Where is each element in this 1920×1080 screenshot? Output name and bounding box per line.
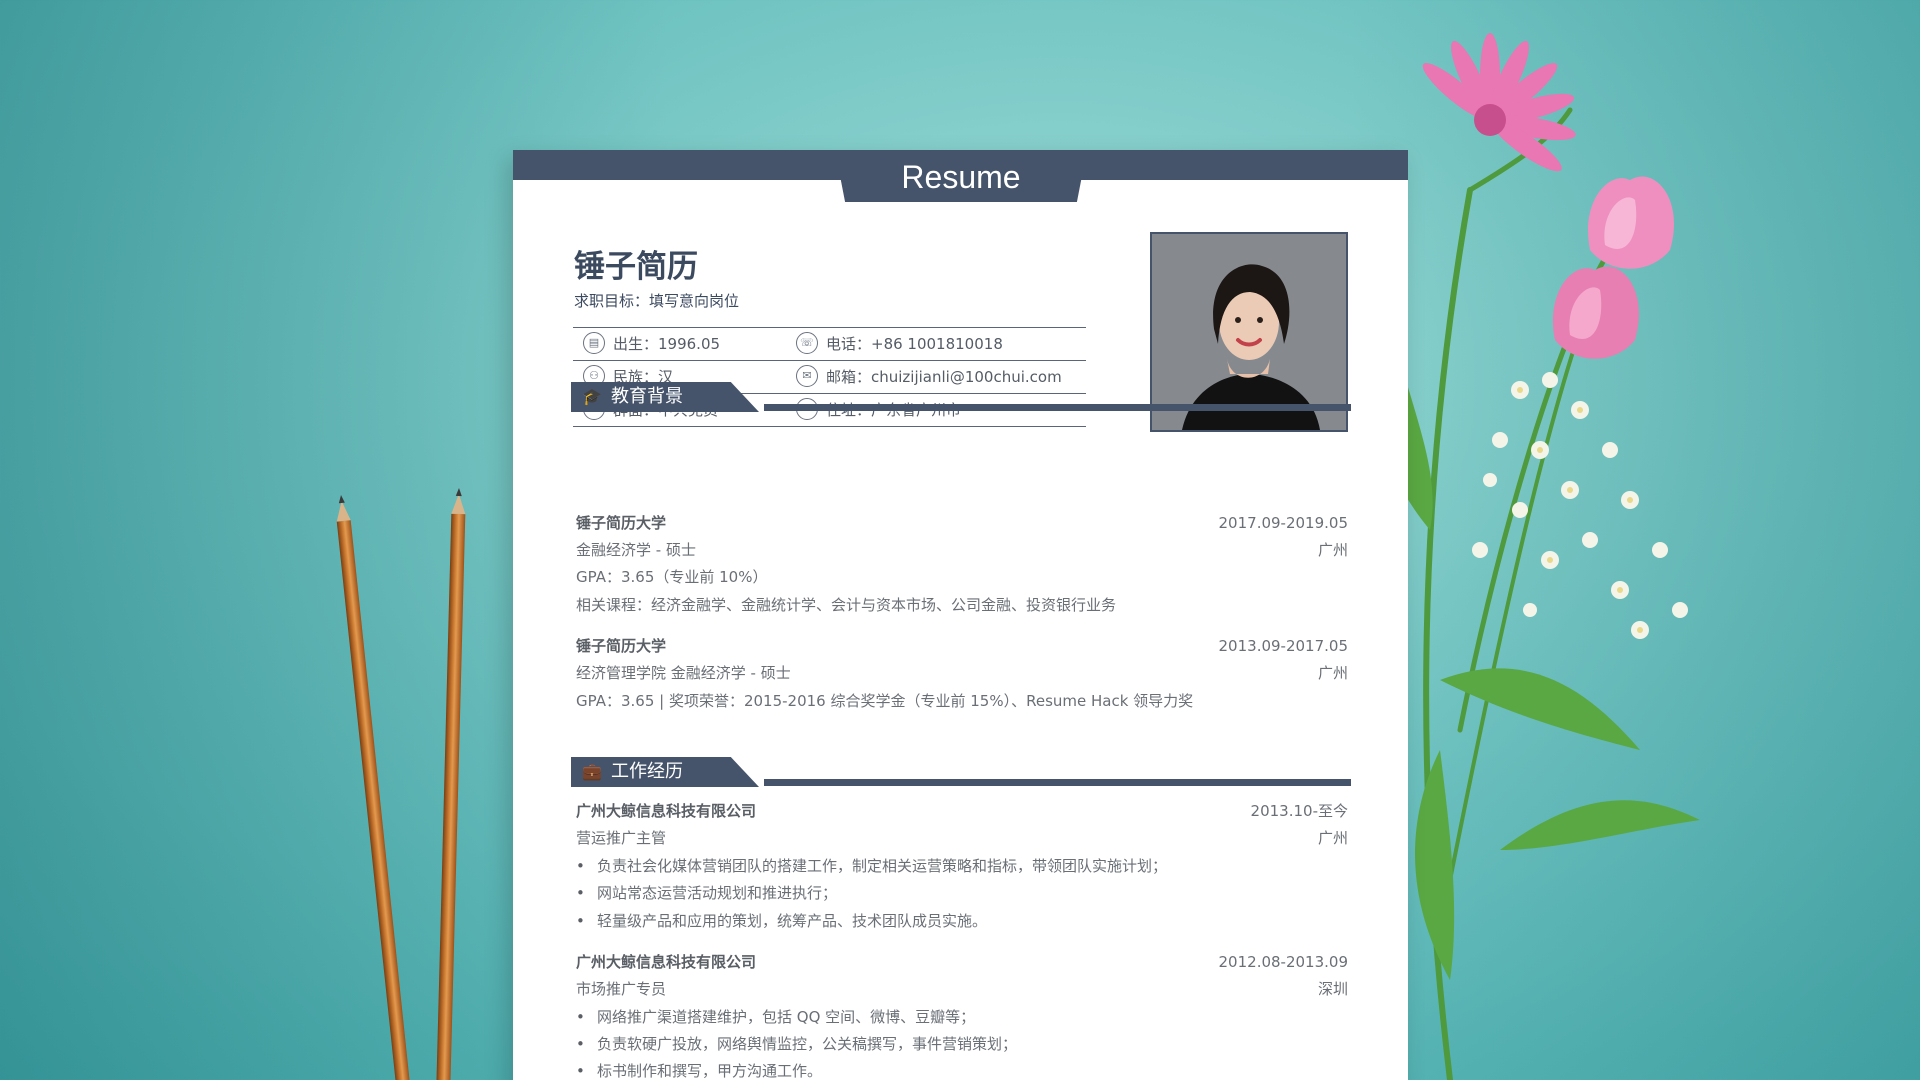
work-location: 深圳 <box>1317 980 1348 998</box>
school-name: 锤子简历大学 <box>576 637 667 655</box>
education-dates: 2013.09-2017.05 <box>1218 637 1348 655</box>
work-tab: 💼 工作经历 <box>571 757 759 787</box>
personal-info-table: ▤ 出生：1996.05 ☏ 电话：+86 1001810018 ⚇ 民族：汉 ✉ 邮箱… <box>573 327 1086 427</box>
company-name: 广州大鲸信息科技有限公司 <box>576 953 757 971</box>
work-entry-1-company: 广州大鲸信息科技有限公司 2013.10-至今 <box>576 799 1348 823</box>
candidate-name: 锤子简历 <box>574 249 698 285</box>
education-entry-2-gpa: GPA：3.65 | 奖项荣誉：2015-2016 综合奖学金（专业前 15%）… <box>576 692 1194 710</box>
education-entry-1-major: 金融经济学 - 硕士 广州 <box>576 538 1348 562</box>
phone-info: ☏ 电话：+86 1001810018 <box>796 328 1003 360</box>
flowers-decoration <box>1383 33 1700 1080</box>
education-entry-1-school: 锤子简历大学 2017.09-2019.05 <box>576 511 1348 535</box>
section-divider <box>764 404 1351 411</box>
education-location: 广州 <box>1317 664 1348 682</box>
resume-page: Resume 锤子简历 求职目标：填写意向岗位 ▤ 出生：1996.05 ☏ 电话：… <box>513 150 1408 1080</box>
work-entry-2-bullet: 负责软硬广投放，网络舆情监控，公关稿撰写，事件营销策划； <box>576 1032 1369 1056</box>
education-entry-2-major: 经济管理学院 金融经济学 - 硕士 广州 <box>576 661 1348 685</box>
major-text: 金融经济学 - 硕士 <box>576 541 696 559</box>
education-entry-2-school: 锤子简历大学 2013.09-2017.05 <box>576 634 1348 658</box>
education-entry-1-gpa: GPA：3.65（专业前 10%） <box>576 568 768 586</box>
work-dates: 2012.08-2013.09 <box>1218 953 1348 971</box>
school-name: 锤子简历大学 <box>576 514 667 532</box>
work-entry-2-bullet: 标书制作和撰写，甲方沟通工作。 <box>576 1059 1369 1080</box>
job-title: 营运推广主管 <box>576 829 667 847</box>
work-location: 广州 <box>1317 829 1348 847</box>
education-dates: 2017.09-2019.05 <box>1218 514 1348 532</box>
education-tab: 🎓 教育背景 <box>571 382 759 412</box>
phone-icon: ☏ <box>796 331 818 354</box>
work-entry-1-bullet: 轻量级产品和应用的策划，统筹产品、技术团队成员实施。 <box>576 909 1369 933</box>
work-entry-2-company: 广州大鲸信息科技有限公司 2012.08-2013.09 <box>576 950 1348 974</box>
work-heading: 工作经历 <box>611 761 683 782</box>
birth-text: 出生：1996.05 <box>613 335 721 353</box>
phone-text: 电话：+86 1001810018 <box>826 335 1003 353</box>
section-divider <box>764 779 1351 786</box>
work-entry-2-bullet: 网络推广渠道搭建维护，包括 QQ 空间、微博、豆瓣等； <box>576 1005 1369 1029</box>
work-entry-1-title: 营运推广主管 广州 <box>576 826 1348 850</box>
major-text: 经济管理学院 金融经济学 - 硕士 <box>576 664 791 682</box>
birth-info: ▤ 出生：1996.05 <box>583 328 720 360</box>
education-section-header: 🎓 教育背景 <box>571 382 1351 412</box>
graduation-cap-icon: 🎓 <box>582 387 602 406</box>
briefcase-icon: 💼 <box>582 762 602 781</box>
resume-title: Resume <box>835 150 1087 202</box>
work-dates: 2013.10-至今 <box>1250 802 1348 820</box>
education-entry-1-courses: 相关课程：经济金融学、金融统计学、会计与资本市场、公司金融、投资银行业务 <box>576 596 1117 614</box>
company-name: 广州大鲸信息科技有限公司 <box>576 802 757 820</box>
id-card-icon: ▤ <box>583 331 605 354</box>
job-objective: 求职目标：填写意向岗位 <box>574 292 740 310</box>
education-location: 广州 <box>1317 541 1348 559</box>
work-entry-2-title: 市场推广专员 深圳 <box>576 977 1348 1001</box>
work-entry-1-bullet: 网站常态运营活动规划和推进执行； <box>576 881 1369 905</box>
job-title: 市场推广专员 <box>576 980 667 998</box>
education-heading: 教育背景 <box>611 386 683 407</box>
work-section-header: 💼 工作经历 <box>571 757 1351 787</box>
info-row: ▤ 出生：1996.05 ☏ 电话：+86 1001810018 <box>573 327 1086 361</box>
work-entry-1-bullet: 负责社会化媒体营销团队的搭建工作，制定相关运营策略和指标，带领团队实施计划； <box>576 854 1369 878</box>
